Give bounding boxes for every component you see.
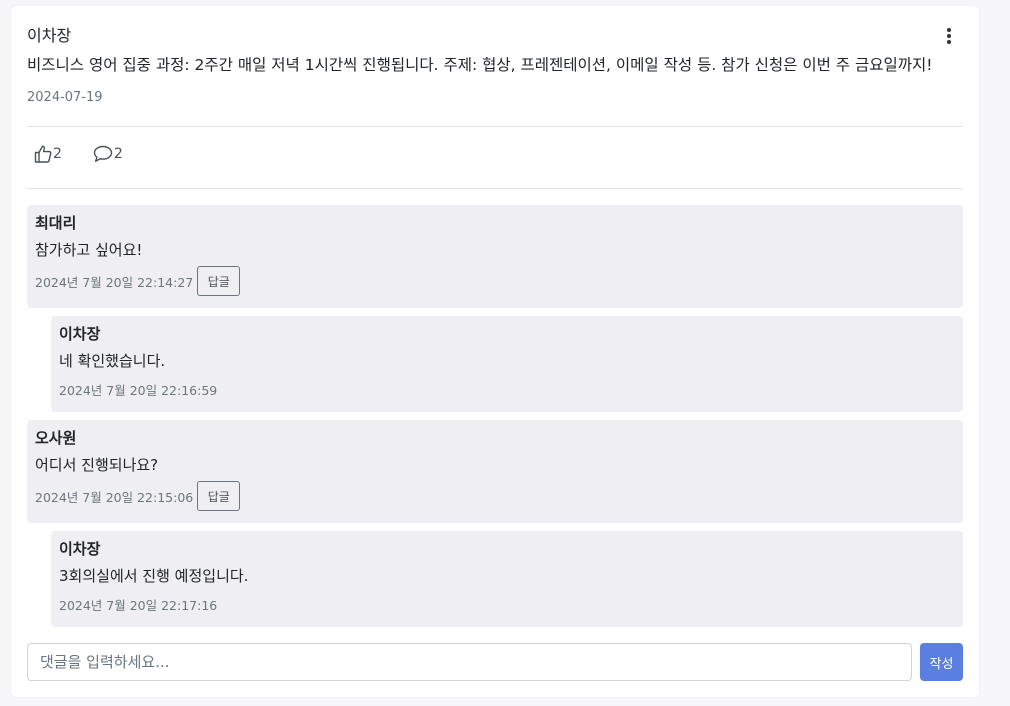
comment-text: 참가하고 싶어요! bbox=[35, 241, 143, 259]
post-header: 이차장 bbox=[27, 6, 963, 58]
reply-timestamp: 2024년 7월 20일 22:17:16 bbox=[59, 598, 218, 613]
reply-text: 네 확인했습니다. bbox=[59, 352, 166, 370]
reply-button[interactable]: 답글 bbox=[197, 481, 241, 511]
divider bbox=[27, 188, 963, 189]
speech-bubble-icon bbox=[93, 145, 113, 162]
reply-text: 3회의실에서 진행 예정입니다. bbox=[59, 567, 249, 585]
comment-item: 최대리 참가하고 싶어요! 2024년 7월 20일 22:14:27 답글 bbox=[27, 205, 963, 308]
reply-author: 이차장 bbox=[59, 325, 101, 343]
comment-meta: 2024년 7월 20일 22:15:06 답글 bbox=[35, 481, 955, 511]
submit-comment-button[interactable]: 작성 bbox=[920, 643, 963, 681]
comment-count-button[interactable]: 2 bbox=[92, 144, 123, 164]
reply-button[interactable]: 답글 bbox=[197, 266, 241, 296]
divider bbox=[27, 126, 963, 127]
thumbs-up-icon bbox=[34, 145, 52, 163]
reply-item: 이차장 네 확인했습니다. 2024년 7월 20일 22:16:59 bbox=[51, 316, 963, 412]
comment-timestamp: 2024년 7월 20일 22:15:06 bbox=[35, 489, 194, 505]
comment-text: 어디서 진행되나요? bbox=[35, 456, 159, 474]
comment-meta: 2024년 7월 20일 22:14:27 답글 bbox=[35, 266, 955, 296]
comment-list: 최대리 참가하고 싶어요! 2024년 7월 20일 22:14:27 답글 이… bbox=[27, 205, 963, 635]
comment-author: 오사원 bbox=[35, 429, 77, 447]
post-content: 비즈니스 영어 집중 과정: 2주간 매일 저녁 1시간씩 진행됩니다. 주제:… bbox=[27, 56, 933, 74]
reply-author: 이차장 bbox=[59, 540, 101, 558]
comment-input[interactable] bbox=[27, 643, 912, 681]
like-count: 2 bbox=[53, 146, 62, 162]
more-vertical-icon bbox=[947, 28, 951, 32]
reply-meta: 2024년 7월 20일 22:17:16 bbox=[59, 595, 955, 614]
comment-form: 작성 bbox=[27, 643, 963, 681]
comment-author: 최대리 bbox=[35, 214, 77, 232]
like-button[interactable]: 2 bbox=[33, 144, 62, 164]
comment-timestamp: 2024년 7월 20일 22:14:27 bbox=[35, 274, 194, 290]
post-date: 2024-07-19 bbox=[27, 90, 103, 105]
post-actions: 2 2 bbox=[33, 142, 123, 166]
post-card: 이차장 비즈니스 영어 집중 과정: 2주간 매일 저녁 1시간씩 진행됩니다.… bbox=[11, 6, 979, 697]
reply-timestamp: 2024년 7월 20일 22:16:59 bbox=[59, 383, 218, 398]
comment-item: 오사원 어디서 진행되나요? 2024년 7월 20일 22:15:06 답글 bbox=[27, 420, 963, 523]
comment-count: 2 bbox=[113, 146, 123, 162]
more-options-button[interactable] bbox=[941, 26, 957, 46]
reply-item: 이차장 3회의실에서 진행 예정입니다. 2024년 7월 20일 22:17:… bbox=[51, 531, 963, 627]
post-author: 이차장 bbox=[27, 26, 72, 45]
reply-meta: 2024년 7월 20일 22:16:59 bbox=[59, 380, 955, 399]
